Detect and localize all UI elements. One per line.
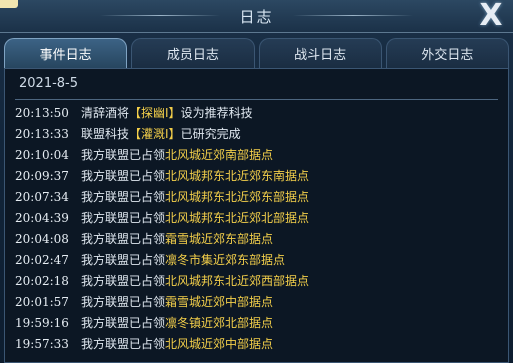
tab-event-log[interactable]: 事件日志	[4, 38, 128, 68]
log-entry-message: 联盟科技【灌溉Ⅰ】已研究完成	[81, 124, 241, 145]
log-entry-prefix: 联盟科技	[81, 127, 130, 141]
log-entry-message: 我方联盟已占领北风城邦东北近郊东南据点	[81, 166, 309, 187]
log-entry-highlight: 北风城近郊中部据点	[165, 337, 274, 351]
log-entry-time: 20:10:04	[15, 148, 69, 162]
log-entry-prefix: 我方联盟已占领	[81, 316, 166, 330]
log-entry-prefix: 我方联盟已占领	[81, 190, 166, 204]
log-entry-time: 20:04:39	[15, 211, 69, 225]
log-entry-prefix: 我方联盟已占领	[81, 337, 166, 351]
log-entry-prefix: 清辞酒将	[81, 106, 130, 120]
log-entry-message: 我方联盟已占领凛冬市集近郊东部据点	[81, 250, 285, 271]
log-entry-prefix: 我方联盟已占领	[81, 232, 166, 246]
log-entry-time: 19:59:16	[15, 316, 69, 330]
log-entry-suffix: 设为推荐科技	[180, 106, 253, 120]
log-entry-prefix: 我方联盟已占领	[81, 253, 166, 267]
date-divider	[15, 99, 498, 100]
log-entry-time: 20:07:34	[15, 190, 69, 204]
log-list: 20:13:50 清辞酒将【探幽Ⅰ】设为推荐科技 20:13:33 联盟科技【灌溉Ⅰ】…	[5, 103, 508, 355]
log-window: 日志 X 事件日志 成员日志 战斗日志 外交日志 2021-8-5 20:13:…	[0, 0, 513, 363]
log-entry-prefix: 我方联盟已占领	[81, 169, 166, 183]
title-bar: 日志 X	[0, 0, 513, 33]
log-entry-highlight: 北风城邦东北近郊东南据点	[165, 169, 310, 183]
log-entry: 20:13:33 联盟科技【灌溉Ⅰ】已研究完成	[5, 124, 508, 145]
log-entry-message: 我方联盟已占领北风城近郊南部据点	[81, 145, 273, 166]
tab-member-log[interactable]: 成员日志	[131, 38, 255, 68]
log-entry-prefix: 我方联盟已占领	[81, 148, 166, 162]
log-panel[interactable]: 2021-8-5 20:13:50 清辞酒将【探幽Ⅰ】设为推荐科技 20:13:33…	[4, 68, 509, 363]
log-entry-message: 我方联盟已占领北风城邦东北近郊西部据点	[81, 271, 309, 292]
log-entry: 20:02:47 我方联盟已占领凛冬市集近郊东部据点	[5, 250, 508, 271]
log-entry-highlight: 北风城邦东北近郊东部据点	[165, 190, 310, 204]
log-entry-time: 19:57:33	[15, 337, 69, 351]
log-entry-message: 我方联盟已占领霜雪城近郊东部据点	[81, 229, 273, 250]
log-entry-highlight: 【探幽Ⅰ】	[129, 106, 181, 120]
log-entry: 20:07:34 我方联盟已占领北风城邦东北近郊东部据点	[5, 187, 508, 208]
log-entry: 20:13:50 清辞酒将【探幽Ⅰ】设为推荐科技	[5, 103, 508, 124]
log-entry-prefix: 我方联盟已占领	[81, 274, 166, 288]
log-entry-highlight: 霜雪城近郊中部据点	[165, 295, 274, 309]
close-icon[interactable]: X	[473, 0, 509, 33]
log-entry-message: 我方联盟已占领北风城近郊中部据点	[81, 334, 273, 355]
log-entry-message: 我方联盟已占领北风城邦东北近郊北部据点	[81, 208, 309, 229]
log-entry-time: 20:09:37	[15, 169, 69, 183]
log-entry: 20:04:08 我方联盟已占领霜雪城近郊东部据点	[5, 229, 508, 250]
tab-diplomacy-log[interactable]: 外交日志	[385, 38, 509, 68]
log-entry-suffix: 已研究完成	[180, 127, 241, 141]
log-entry-highlight: 霜雪城近郊东部据点	[165, 232, 274, 246]
log-entry-message: 我方联盟已占领霜雪城近郊中部据点	[81, 292, 273, 313]
log-entry-time: 20:01:57	[15, 295, 69, 309]
log-entry: 19:57:33 我方联盟已占领北风城近郊中部据点	[5, 334, 508, 355]
log-entry-highlight: 凛冬镇近郊北部据点	[165, 316, 274, 330]
log-entry-highlight: 北风城邦东北近郊西部据点	[165, 274, 310, 288]
log-entry-time: 20:02:47	[15, 253, 69, 267]
log-entry: 20:10:04 我方联盟已占领北风城近郊南部据点	[5, 145, 508, 166]
log-entry-time: 20:02:18	[15, 274, 69, 288]
log-entry: 20:04:39 我方联盟已占领北风城邦东北近郊北部据点	[5, 208, 508, 229]
log-entry-time: 20:04:08	[15, 232, 69, 246]
log-entry-prefix: 我方联盟已占领	[81, 295, 166, 309]
log-entry-time: 20:13:33	[15, 127, 69, 141]
log-entry-highlight: 凛冬市集近郊东部据点	[165, 253, 286, 267]
log-entry-highlight: 北风城邦东北近郊北部据点	[165, 211, 310, 225]
tab-battle-log[interactable]: 战斗日志	[258, 38, 382, 68]
log-date: 2021-8-5	[19, 76, 79, 91]
log-entry-message: 清辞酒将【探幽Ⅰ】设为推荐科技	[81, 103, 253, 124]
tab-bar: 事件日志 成员日志 战斗日志 外交日志	[4, 38, 509, 68]
window-title: 日志	[239, 8, 274, 26]
log-entry: 20:02:18 我方联盟已占领北风城邦东北近郊西部据点	[5, 271, 508, 292]
log-entry: 20:01:57 我方联盟已占领霜雪城近郊中部据点	[5, 292, 508, 313]
log-entry-highlight: 北风城近郊南部据点	[165, 148, 274, 162]
log-entry-highlight: 【灌溉Ⅰ】	[129, 127, 181, 141]
log-entry-time: 20:13:50	[15, 106, 69, 120]
log-entry: 20:09:37 我方联盟已占领北风城邦东北近郊东南据点	[5, 166, 508, 187]
log-entry-prefix: 我方联盟已占领	[81, 211, 166, 225]
log-entry-message: 我方联盟已占领北风城邦东北近郊东部据点	[81, 187, 309, 208]
log-entry: 19:59:16 我方联盟已占领凛冬镇近郊北部据点	[5, 313, 508, 334]
log-entry-message: 我方联盟已占领凛冬镇近郊北部据点	[81, 313, 273, 334]
